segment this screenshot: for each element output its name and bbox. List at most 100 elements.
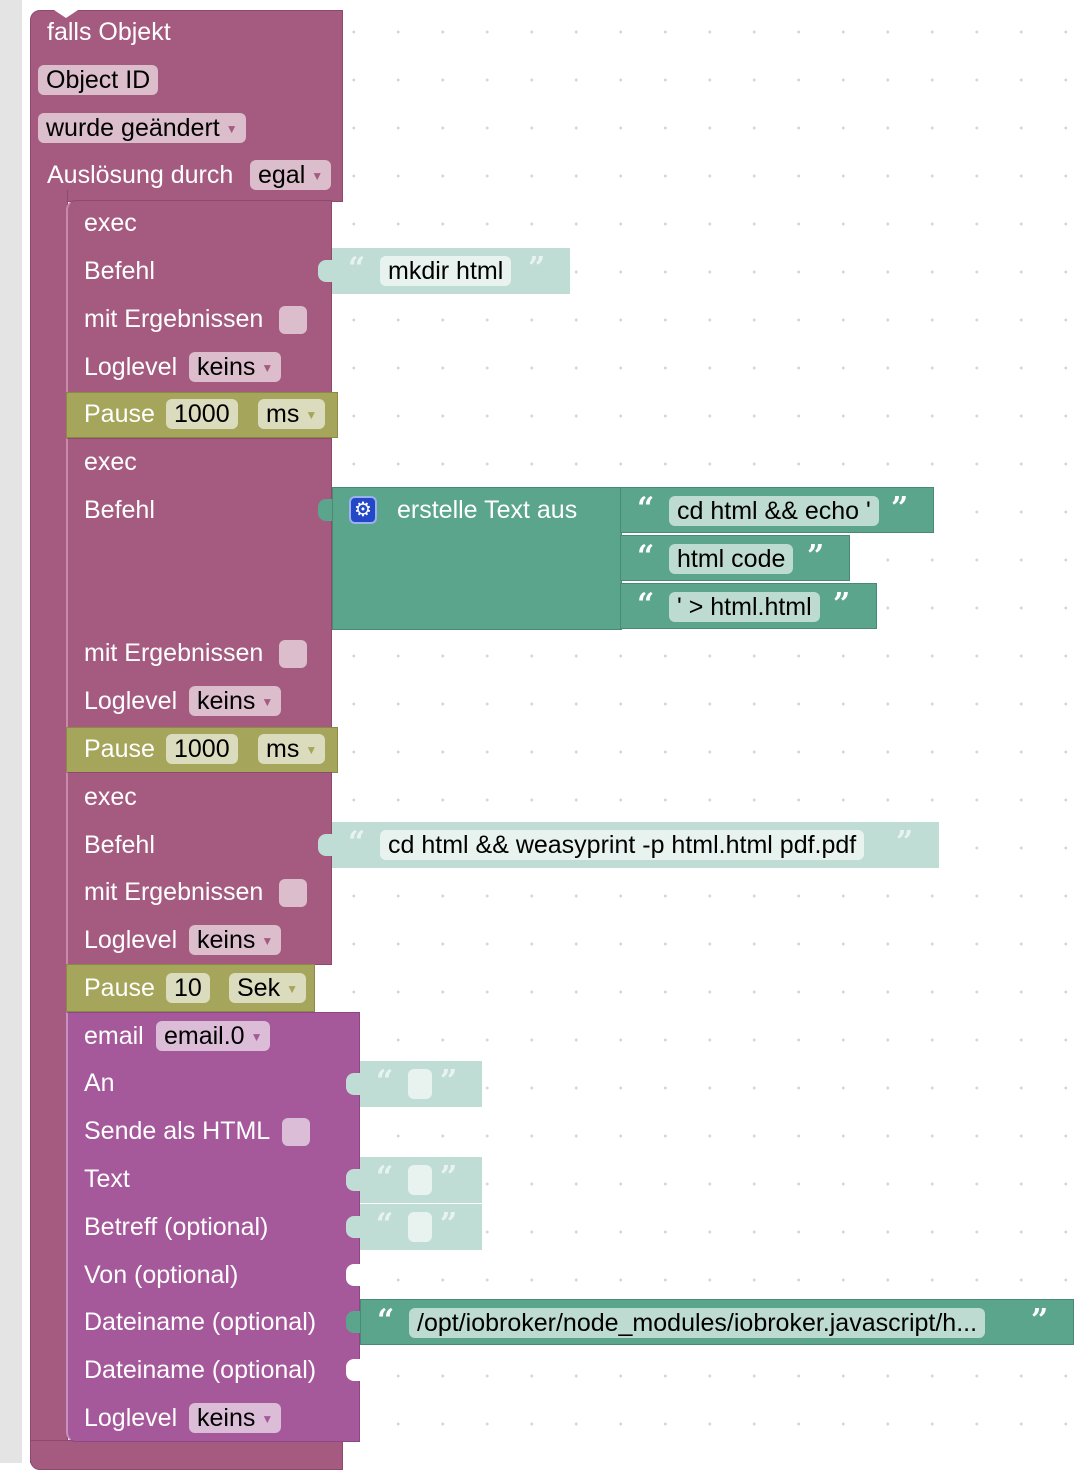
join-item-text[interactable]: html code	[669, 544, 794, 574]
trigger-block-footer	[30, 1440, 343, 1470]
join-item-text[interactable]: cd html && echo '	[669, 496, 879, 526]
results-label: mit Ergebnissen	[84, 305, 264, 333]
subject-label: Betreff (optional)	[84, 1213, 269, 1241]
pause-unit-value: ms	[266, 400, 300, 428]
open-quote-icon: “	[637, 587, 655, 622]
command-label: Befehl	[84, 257, 155, 285]
input-connector	[346, 1073, 360, 1095]
exec-block-2[interactable]	[66, 438, 332, 728]
close-quote-icon: ”	[528, 251, 546, 286]
open-quote-icon: “	[637, 491, 655, 526]
loglevel-dropdown[interactable]: keins ▼	[189, 1403, 282, 1433]
file2-label: Dateiname (optional)	[84, 1356, 317, 1384]
command-label: Befehl	[84, 831, 155, 859]
input-connector	[346, 1311, 360, 1333]
dropdown-arrow-icon: ▼	[305, 743, 318, 757]
loglevel-value: keins	[197, 353, 256, 381]
loglevel-value: keins	[197, 687, 256, 715]
close-quote-icon: ”	[896, 825, 914, 860]
file1-label: Dateiname (optional)	[84, 1308, 317, 1336]
loglevel-dropdown[interactable]: keins ▼	[189, 925, 282, 955]
pause-value-input[interactable]: 1000	[166, 399, 238, 429]
loglevel-label: Loglevel	[84, 1404, 178, 1432]
file1-text-field[interactable]: /opt/iobroker/node_modules/iobroker.java…	[409, 1308, 986, 1338]
join-item-1[interactable]: “ cd html && echo ' ”	[620, 487, 934, 533]
text-text-field[interactable]	[408, 1165, 432, 1195]
loglevel-value: keins	[197, 926, 256, 954]
to-text-block[interactable]: “ ”	[360, 1061, 482, 1107]
join-item-2[interactable]: “ html code ”	[620, 535, 850, 581]
loglevel-label: Loglevel	[84, 926, 178, 954]
open-quote-icon: “	[376, 1064, 394, 1099]
subject-text-field[interactable]	[408, 1212, 432, 1242]
command-text-block[interactable]: “ cd html && weasyprint -p html.html pdf…	[332, 822, 939, 868]
input-connector	[346, 1216, 360, 1238]
dropdown-arrow-icon: ▼	[305, 408, 318, 422]
loglevel-dropdown[interactable]: keins ▼	[189, 352, 282, 382]
command-text-block[interactable]: “ mkdir html ”	[332, 248, 570, 294]
trigger-title: falls Objekt	[47, 18, 171, 46]
join-title: erstelle Text aus	[397, 496, 578, 524]
exec-title: exec	[84, 209, 137, 237]
dropdown-arrow-icon: ▼	[261, 934, 274, 948]
open-quote-icon: “	[637, 539, 655, 574]
results-label: mit Ergebnissen	[84, 878, 264, 906]
results-checkbox[interactable]	[279, 879, 307, 907]
command-text-field[interactable]: mkdir html	[380, 256, 512, 286]
loglevel-label: Loglevel	[84, 687, 178, 715]
results-checkbox[interactable]	[279, 640, 307, 668]
results-checkbox[interactable]	[279, 306, 307, 334]
email-instance-dropdown[interactable]: email.0 ▼	[156, 1021, 271, 1051]
object-id-field[interactable]: Object ID	[38, 65, 159, 95]
dropdown-arrow-icon: ▼	[311, 169, 324, 183]
send-html-checkbox[interactable]	[282, 1118, 310, 1146]
email-instance-value: email.0	[164, 1022, 245, 1050]
join-item-text[interactable]: ' > html.html	[669, 592, 820, 622]
loglevel-label: Loglevel	[84, 353, 178, 381]
empty-input-socket[interactable]	[346, 1359, 360, 1381]
pause-unit-value: ms	[266, 735, 300, 763]
file1-text-block[interactable]: “ /opt/iobroker/node_modules/iobroker.ja…	[360, 1299, 1074, 1345]
condition-value: wurde geändert	[46, 114, 220, 142]
loglevel-value: keins	[197, 1404, 256, 1432]
trigger-value: egal	[258, 161, 306, 189]
close-quote-icon: ”	[891, 491, 909, 526]
pause-label: Pause	[84, 974, 155, 1002]
dropdown-arrow-icon: ▼	[261, 1412, 274, 1426]
pause-value-input[interactable]: 1000	[166, 734, 238, 764]
email-title: email	[84, 1022, 144, 1050]
to-text-field[interactable]	[408, 1069, 432, 1099]
trigger-block-spine	[30, 190, 68, 1463]
exec-title: exec	[84, 783, 137, 811]
pause-unit-dropdown[interactable]: ms ▼	[258, 734, 326, 764]
trigger-dropdown[interactable]: egal ▼	[250, 160, 332, 190]
pause-unit-value: Sek	[237, 974, 281, 1002]
join-item-3[interactable]: “ ' > html.html ”	[620, 583, 877, 629]
pause-unit-dropdown[interactable]: Sek ▼	[229, 973, 306, 1003]
from-label: Von (optional)	[84, 1261, 239, 1289]
dropdown-arrow-icon: ▼	[286, 982, 298, 996]
command-text-field[interactable]: cd html && weasyprint -p html.html pdf.p…	[380, 830, 865, 860]
loglevel-dropdown[interactable]: keins ▼	[189, 686, 282, 716]
subject-text-block[interactable]: “ ”	[360, 1204, 482, 1250]
gear-icon[interactable]: ⚙	[349, 496, 377, 524]
to-label: An	[84, 1069, 115, 1097]
open-quote-icon: “	[348, 251, 366, 286]
condition-dropdown[interactable]: wurde geändert ▼	[38, 113, 246, 143]
close-quote-icon: ”	[1031, 1303, 1049, 1338]
empty-input-socket[interactable]	[346, 1264, 360, 1286]
text-text-block[interactable]: “ ”	[360, 1157, 482, 1203]
dropdown-arrow-icon: ▼	[261, 695, 274, 709]
dropdown-arrow-icon: ▼	[261, 361, 274, 375]
input-connector	[318, 499, 332, 521]
close-quote-icon: ”	[833, 587, 851, 622]
input-connector	[318, 834, 332, 856]
close-quote-icon: ”	[440, 1207, 458, 1242]
pause-value-input[interactable]: 10	[166, 973, 210, 1003]
input-connector	[346, 1169, 360, 1191]
trigger-label: Auslösung durch	[47, 161, 234, 189]
text-label: Text	[84, 1165, 130, 1193]
pause-unit-dropdown[interactable]: ms ▼	[258, 399, 326, 429]
open-quote-icon: “	[376, 1160, 394, 1195]
pause-label: Pause	[84, 735, 155, 763]
